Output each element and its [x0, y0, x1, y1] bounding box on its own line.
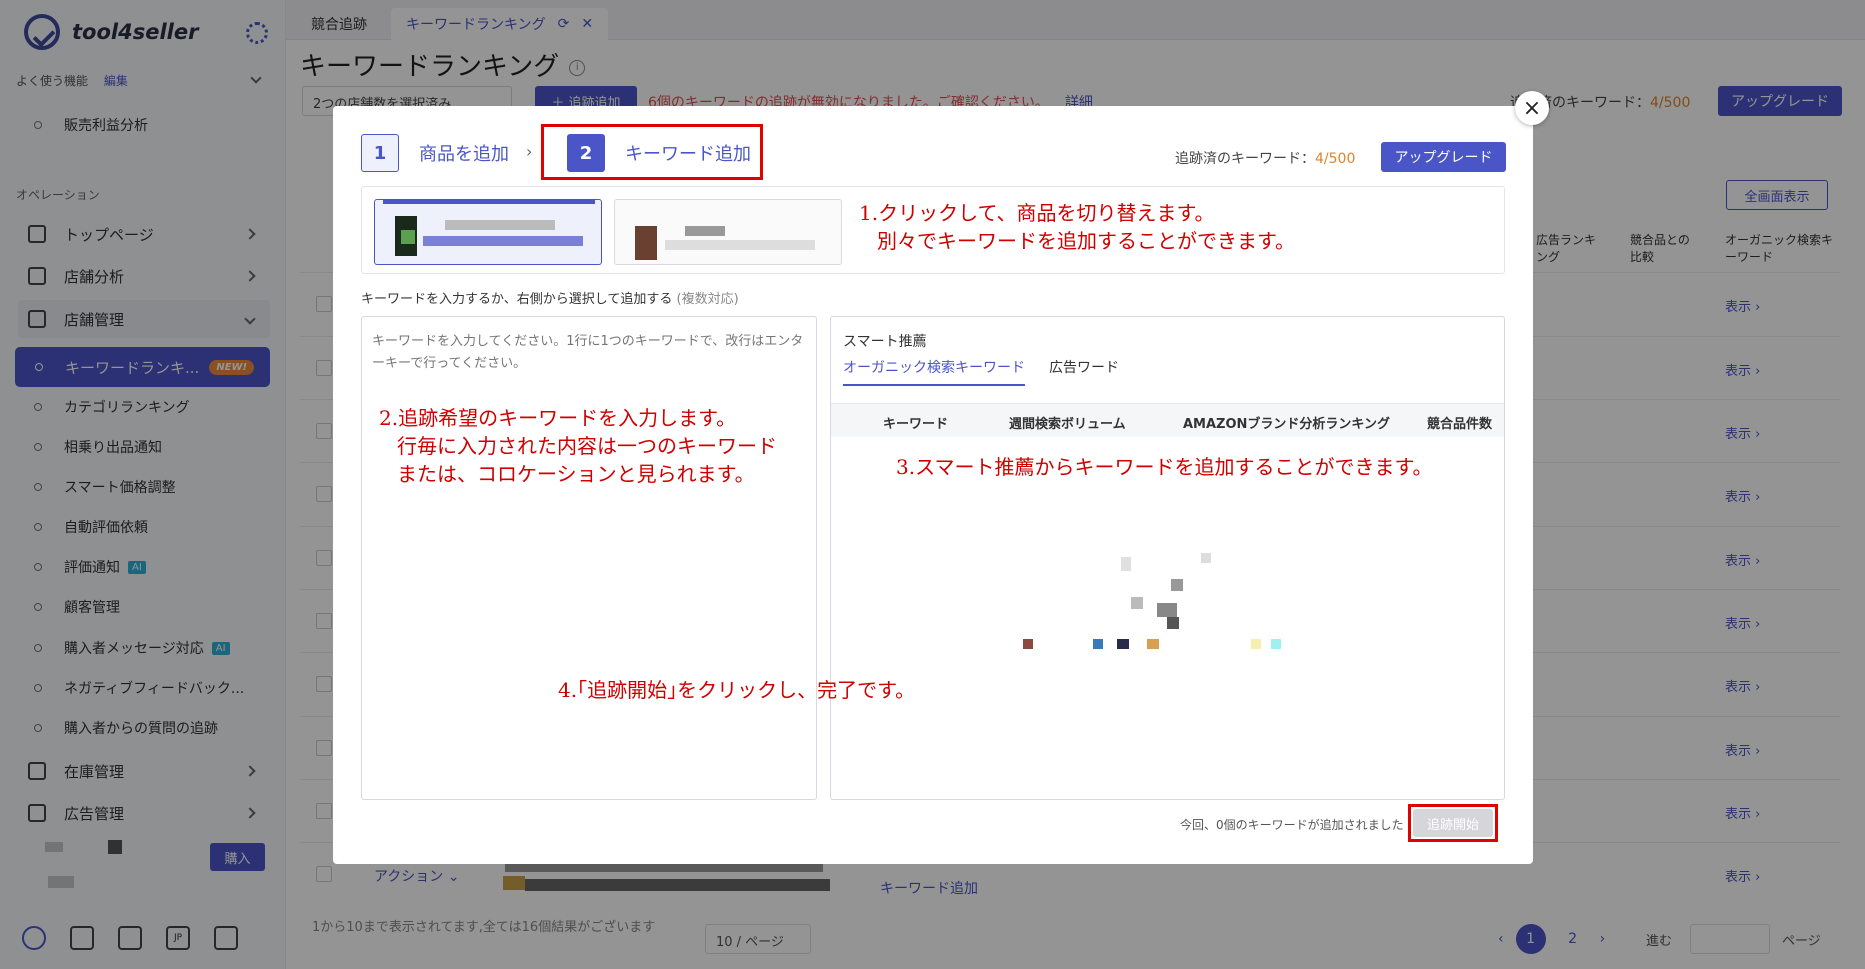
add-keyword-modal: 1 商品を追加 › 2 キーワード追加 追跡済のキーワード：4/500 アップグ…: [333, 106, 1533, 864]
blurred-product-info: [665, 240, 815, 250]
product-card[interactable]: [614, 199, 842, 265]
keyword-input[interactable]: [361, 316, 817, 800]
annotation-1: 1.クリックして、商品を切り替えます。 別々でキーワードを追加することができます…: [859, 199, 1295, 255]
step-1-add-product[interactable]: 1 商品を追加: [361, 134, 509, 172]
tracked-label: 追跡済のキーワード：: [1175, 151, 1315, 167]
empty-state-pixel: [1271, 639, 1281, 649]
highlight-box-step2: [541, 124, 763, 180]
annotation-2-line-3: または、コロケーションと見られます。: [397, 462, 755, 486]
tab-organic-keywords[interactable]: オーガニック検索キーワード: [843, 357, 1025, 386]
keyword-help-note: (複数対応): [676, 292, 739, 307]
empty-state-pixel: [1147, 639, 1159, 649]
smart-table-header: キーワード 週間検索ボリューム AMAZONブランド分析ランキング 競合品件数: [831, 403, 1504, 437]
product-thumbnail: [401, 230, 415, 244]
keyword-input-help: キーワードを入力するか、右側から選択して追加する (複数対応): [361, 288, 739, 307]
annotation-3: 3.スマート推薦からキーワードを追加することができます。: [896, 455, 1433, 479]
product-title-bar: [383, 200, 595, 204]
empty-state-pixel: [1121, 557, 1131, 571]
empty-state-pixel: [1157, 603, 1177, 617]
annotation-2-line-2: 行毎に入力された内容は一つのキーワード: [397, 434, 777, 458]
product-card-selected[interactable]: [374, 199, 602, 265]
step-arrow-icon: ›: [526, 142, 533, 161]
blurred-product-info: [445, 220, 555, 230]
empty-state-pixel: [1251, 639, 1261, 649]
modal-tracked-count: 追跡済のキーワード：4/500: [1175, 148, 1355, 168]
tracked-count-value: 4/500: [1315, 151, 1356, 167]
empty-state-pixel: [1201, 553, 1211, 563]
annotation-1-line-1: 1.クリックして、商品を切り替えます。: [859, 201, 1215, 225]
highlight-box-start-button: [1408, 804, 1498, 842]
annotation-2: 2.追跡希望のキーワードを入力します。 行毎に入力された内容は一つのキーワード …: [379, 404, 777, 488]
empty-state-pixel: [1093, 639, 1103, 649]
empty-state-pixel: [1171, 579, 1183, 591]
annotation-4: 4.｢追跡開始｣をクリックし、完了です。: [558, 678, 916, 702]
product-selector: 1.クリックして、商品を切り替えます。 別々でキーワードを追加することができます…: [361, 186, 1505, 274]
tab-ad-keywords[interactable]: 広告ワード: [1049, 357, 1119, 384]
annotation-2-line-1: 2.追跡希望のキーワードを入力します。: [379, 406, 737, 430]
empty-state-pixel: [1117, 639, 1129, 649]
modal-upgrade-button[interactable]: アップグレード: [1381, 142, 1506, 172]
blurred-product-info: [685, 226, 725, 236]
smart-recommendation-panel: スマート推薦 オーガニック検索キーワード 広告ワード キーワード 週間検索ボリュ…: [830, 316, 1505, 800]
modal-close-button[interactable]: ×: [1515, 91, 1549, 125]
annotation-1-line-2: 別々でキーワードを追加することができます。: [877, 229, 1295, 253]
smart-recommendation-title: スマート推薦: [843, 334, 927, 350]
keywords-added-count: 今回、0個のキーワードが追加されました: [1180, 818, 1404, 832]
step-number: 1: [361, 134, 399, 172]
keyword-help-text: キーワードを入力するか、右側から選択して追加する: [361, 292, 673, 307]
product-thumbnail: [635, 226, 657, 260]
step-label: 商品を追加: [419, 144, 509, 165]
column-header-competitor-count: 競合品件数: [1427, 417, 1493, 432]
column-header-weekly-volume: 週間検索ボリューム: [1009, 417, 1126, 432]
empty-state-pixel: [1023, 639, 1033, 649]
empty-state-pixel: [1131, 597, 1143, 609]
column-header-keyword: キーワード: [883, 417, 949, 432]
empty-state-pixel: [1167, 617, 1179, 629]
blurred-product-info: [423, 236, 583, 246]
column-header-aba-ranking: AMAZONブランド分析ランキング: [1183, 417, 1391, 432]
